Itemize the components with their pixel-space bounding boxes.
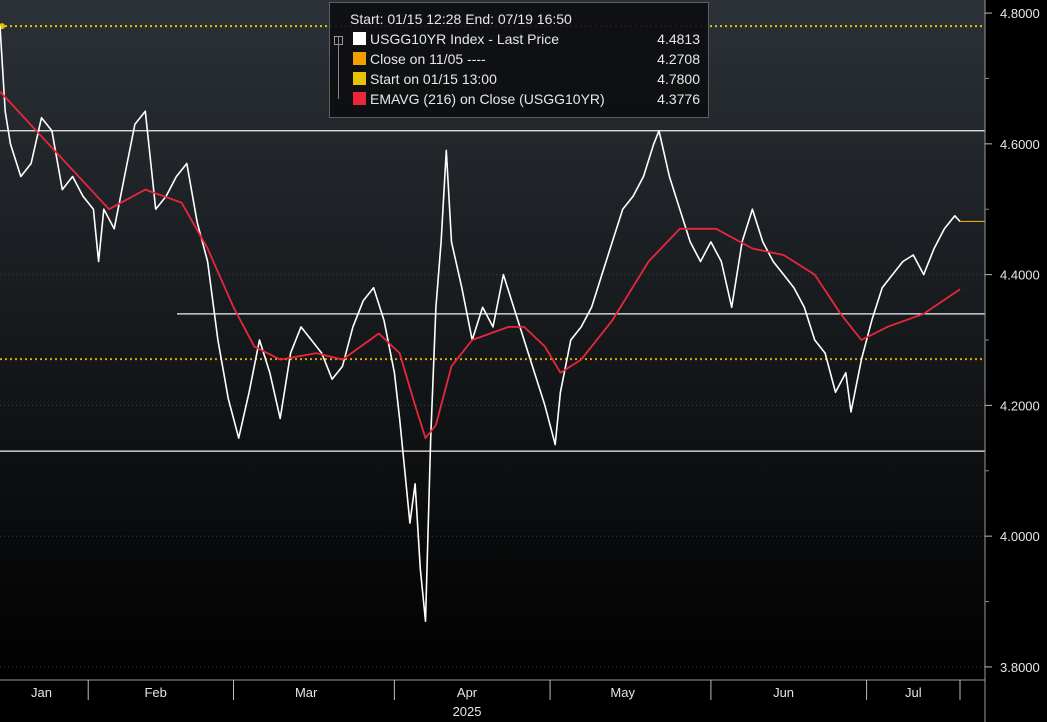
y-tick-label: 4.2000 [1000,398,1040,413]
legend-entry-value: 4.2708 [657,51,700,67]
legend-swatch-orange [353,52,366,65]
x-year-label: 2025 [453,704,482,719]
y-axis-panel [985,0,1047,722]
legend-swatch-red [353,92,366,105]
legend-entry-close[interactable]: Close on 11/05 ---- 4.2708 [350,49,700,69]
x-tick-label: May [610,685,635,700]
legend-swatch-white [353,32,366,45]
legend-entry-label: Close on 11/05 ---- [370,51,486,67]
legend-tree-line [338,37,347,99]
legend-entry-last-price[interactable]: USGG10YR Index - Last Price 4.4813 [350,29,700,49]
legend-entry-label: Start on 01/15 13:00 [370,71,497,87]
legend-entry-value: 4.7800 [657,71,700,87]
legend-entry-label: USGG10YR Index - Last Price [370,31,560,47]
x-tick-label: Feb [144,685,166,700]
x-tick-label: Jun [773,685,794,700]
legend-entry-emavg[interactable]: EMAVG (216) on Close (USGG10YR) 4.3776 [350,89,700,109]
y-tick-label: 4.4000 [1000,268,1040,283]
x-tick-label: Jul [905,685,922,700]
x-tick-label: Jan [31,685,52,700]
x-tick-label: Apr [457,685,478,700]
x-axis: Jan Feb Mar Apr May Jun Jul 2025 [0,679,985,719]
legend-entry-start[interactable]: Start on 01/15 13:00 4.7800 [350,69,700,89]
y-tick-label: 3.8000 [1000,660,1040,675]
legend-entry-value: 4.4813 [657,31,700,47]
legend-range-text: Start: 01/15 12:28 End: 07/19 16:50 [350,11,572,27]
y-tick-label: 4.0000 [1000,529,1040,544]
legend-entry-label: EMAVG (216) on Close (USGG10YR) [370,91,605,107]
legend-entry-value: 4.3776 [657,91,700,107]
y-tick-label: 4.6000 [1000,137,1040,152]
x-tick-label: Mar [295,685,318,700]
chart-legend[interactable]: Start: 01/15 12:28 End: 07/19 16:50 USGG… [329,2,709,118]
y-tick-label: 4.8000 [1000,6,1040,21]
legend-swatch-yellow [353,72,366,85]
